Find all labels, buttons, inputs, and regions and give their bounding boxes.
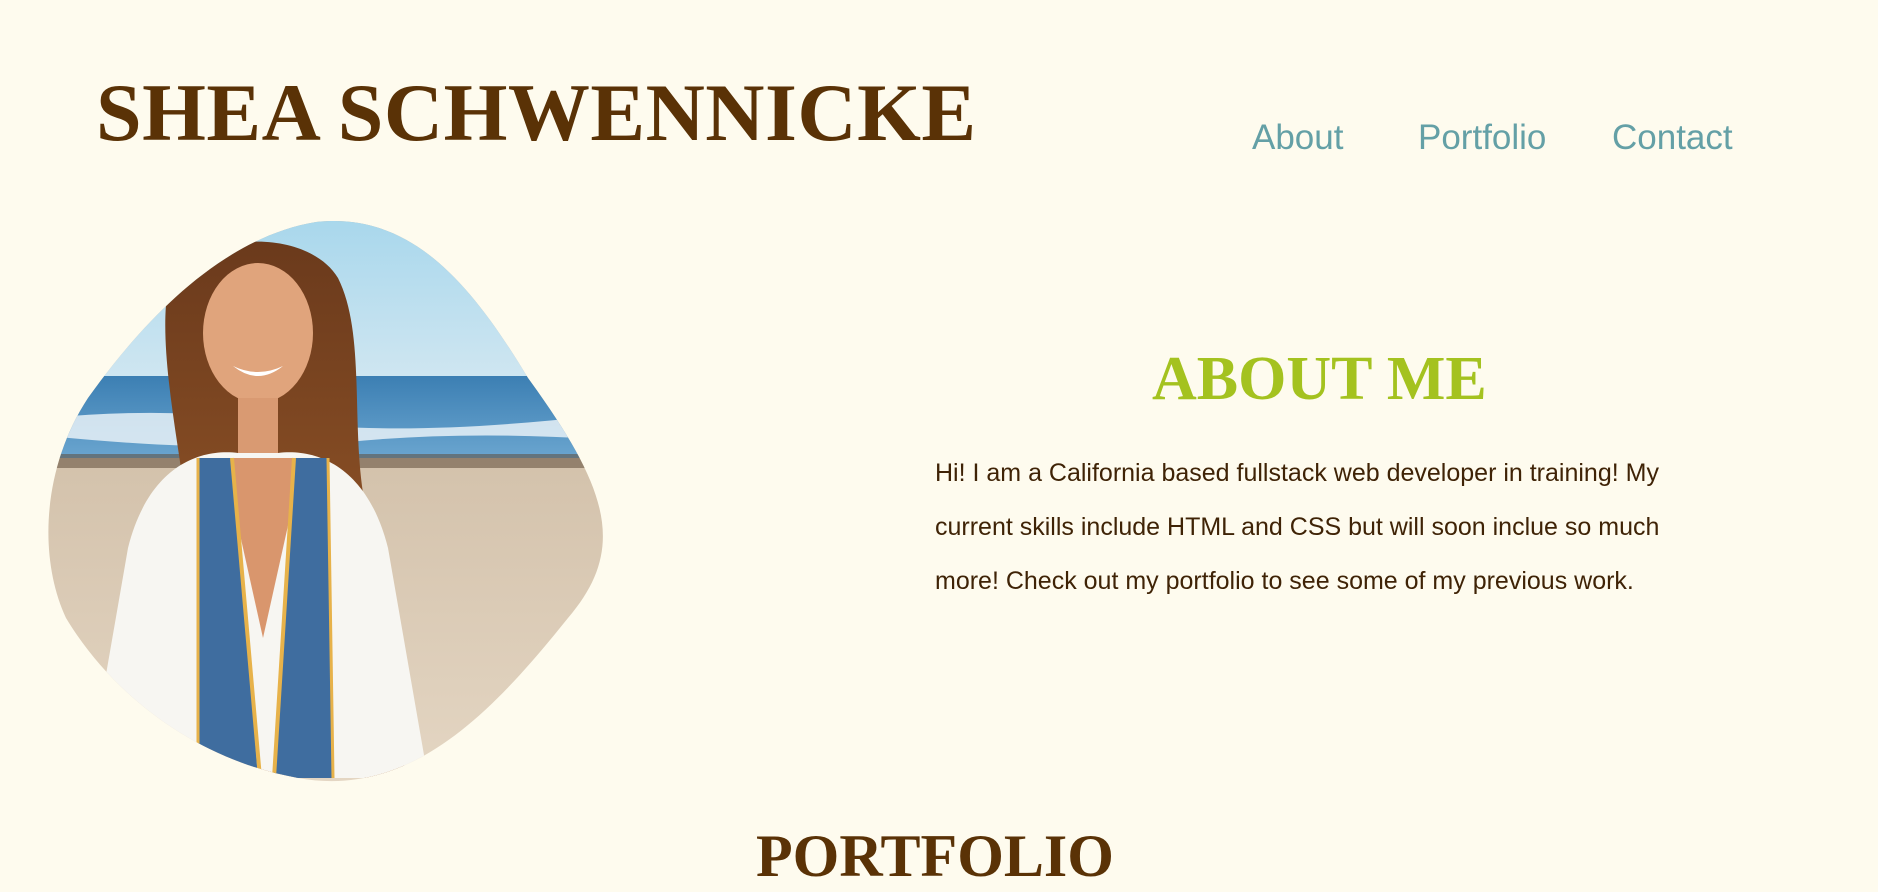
portfolio-heading: PORTFOLIO [756,823,1114,889]
profile-photo [48,221,603,782]
about-body-text: Hi! I am a California based fullstack we… [935,459,1660,595]
nav-link-portfolio[interactable]: Portfolio [1418,118,1546,158]
main-nav: About Portfolio Contact [0,118,1878,166]
nav-link-about[interactable]: About [1252,118,1343,158]
nav-link-contact[interactable]: Contact [1612,118,1733,158]
about-heading: ABOUT ME [1152,345,1487,413]
